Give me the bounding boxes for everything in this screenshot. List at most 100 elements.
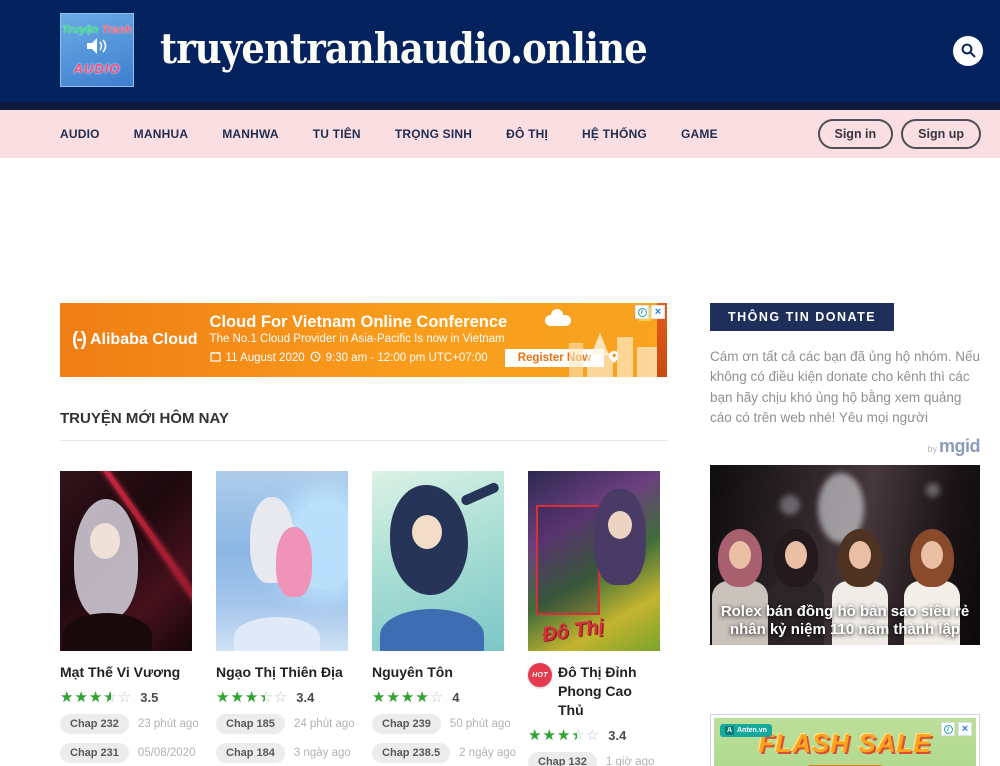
star-rating-icon: ☆☆☆☆☆ ★★★★★ (372, 690, 444, 705)
register-now-button[interactable]: Register Now (505, 349, 605, 367)
chapter-row: Chap 231 05/08/2020 (60, 743, 192, 763)
chapter-time: 50 phút ago (450, 718, 511, 730)
ad-close-button[interactable]: × (958, 722, 972, 736)
section-divider (60, 440, 667, 441)
content-area: (-) Alibaba Cloud Cloud For Vietnam Onli… (0, 158, 1000, 766)
ad-source-badge[interactable]: A Anten.vn (720, 724, 772, 737)
chapter-time: 2 ngày ago (459, 747, 516, 759)
ad-photo-decoration (780, 495, 800, 515)
nav-item-manhwa[interactable]: MANHWA (222, 127, 279, 141)
flash-sale-ad[interactable]: A Anten.vn i × FLASH SALE XEM NGAY (710, 714, 980, 766)
comic-card-list: Mạt Thế Vi Vương ☆☆☆☆☆ ★★★★★ 3.5 Chap 23… (60, 471, 667, 766)
cover-art-decoration (536, 505, 600, 615)
chapter-row: Chap 185 24 phút ago (216, 714, 348, 734)
ad-time: 9:30 am - 12:00 pm UTC+07:00 (326, 352, 488, 364)
cover-art-decoration (460, 481, 501, 506)
header-divider (0, 102, 1000, 110)
info-icon: i (944, 725, 953, 734)
cover-art-decoration (412, 515, 442, 549)
chapter-time: 3 ngày ago (294, 747, 351, 759)
ad-controls: i × (635, 305, 665, 319)
chapter-time: 1 giờ ago (606, 756, 654, 766)
alibaba-cloud-logo: (-) Alibaba Cloud (72, 329, 198, 351)
comic-card: Nguyên Tôn ☆☆☆☆☆ ★★★★★ 4 Chap 239 50 phú… (372, 471, 504, 766)
donate-text: Cám ơn tất cả các bạn đã ủng hộ nhóm. Nế… (710, 347, 980, 428)
header: Truyện Tranh AUDIO truyentranhaudio.onli… (0, 0, 1000, 102)
nav-item-do-thi[interactable]: ĐÔ THỊ (506, 127, 548, 141)
chapter-link[interactable]: Chap 232 (60, 714, 129, 734)
alibaba-brackets-icon: (-) (72, 329, 85, 351)
star-rating-icon: ☆☆☆☆☆ ★★★★★ (216, 690, 288, 705)
sign-up-button[interactable]: Sign up (901, 119, 981, 149)
location-pin-icon (609, 351, 619, 366)
ad-close-button[interactable]: × (651, 305, 665, 319)
cover-art-decoration (276, 527, 312, 597)
cover-art-decoration (608, 511, 632, 539)
donate-header: THÔNG TIN DONATE (710, 303, 894, 331)
sign-in-button[interactable]: Sign in (818, 119, 894, 149)
native-ad[interactable]: Rolex bán đồng hồ bản sao siêu rẻ nhân k… (710, 465, 980, 645)
nav-item-trong-sinh[interactable]: TRỌNG SINH (395, 127, 472, 141)
native-ad-caption: Rolex bán đồng hồ bản sao siêu rẻ nhân k… (710, 603, 980, 641)
mgid-logo: mgid (939, 436, 980, 456)
main-nav: AUDIO MANHUA MANHWA TU TIÊN TRỌNG SINH Đ… (0, 110, 1000, 158)
nav-item-tu-tien[interactable]: TU TIÊN (313, 127, 361, 141)
chapter-time: 05/08/2020 (138, 747, 196, 759)
chapter-link[interactable]: Chap 132 (528, 752, 597, 766)
cover-art-decoration: Đô Thị (541, 616, 606, 647)
sidebar: THÔNG TIN DONATE Cám ơn tất cả các bạn đ… (710, 303, 980, 766)
rating-row: ☆☆☆☆☆ ★★★★★ 3.4 (528, 728, 660, 743)
site-logo[interactable]: Truyện Tranh AUDIO (60, 13, 134, 87)
main-column: (-) Alibaba Cloud Cloud For Vietnam Onli… (60, 303, 667, 766)
comic-title-link[interactable]: Nguyên Tôn (372, 663, 453, 682)
ad-info-button[interactable]: i (941, 722, 955, 736)
search-icon (960, 42, 976, 61)
chapter-row: Chap 132 1 giờ ago (528, 752, 660, 766)
logo-audio-label: AUDIO (74, 61, 121, 76)
chapter-link[interactable]: Chap 238.5 (372, 743, 450, 763)
ad-photo-decoration (926, 483, 940, 497)
chapter-time: 23 phút ago (138, 718, 199, 730)
comic-card: Ngạo Thị Thiên Địa ☆☆☆☆☆ ★★★★★ 3.4 Chap … (216, 471, 348, 766)
ad-date: 11 August 2020 (226, 352, 305, 364)
comic-card: Đô Thị HOT Đô Thị Đỉnh Phong Cao Thủ ☆☆☆… (528, 471, 660, 766)
chapter-link[interactable]: Chap 231 (60, 743, 129, 763)
close-icon: × (962, 724, 968, 735)
section-title: TRUYỆN MỚI HÔM NAY (60, 410, 667, 427)
nav-item-game[interactable]: GAME (681, 127, 718, 141)
comic-cover-image[interactable]: Đô Thị (528, 471, 660, 651)
comic-cover-image[interactable] (372, 471, 504, 651)
comic-cover-image[interactable] (60, 471, 192, 651)
comic-cover-image[interactable] (216, 471, 348, 651)
chapter-link[interactable]: Chap 239 (372, 714, 441, 734)
nav-item-he-thong[interactable]: HỆ THỐNG (582, 127, 647, 141)
nav-item-manhua[interactable]: MANHUA (134, 127, 189, 141)
comic-title-link[interactable]: Mạt Thế Vi Vương (60, 663, 180, 682)
nav-item-audio[interactable]: AUDIO (60, 127, 100, 141)
rating-value: 3.4 (296, 690, 314, 705)
rating-row: ☆☆☆☆☆ ★★★★★ 4 (372, 690, 504, 705)
auth-buttons: Sign in Sign up (818, 119, 982, 149)
star-rating-icon: ☆☆☆☆☆ ★★★★★ (60, 690, 132, 705)
logo-text: Truyện Tranh (62, 24, 132, 36)
hot-badge: HOT (528, 663, 552, 687)
chapter-row: Chap 184 3 ngày ago (216, 743, 348, 763)
ad-controls: i × (941, 722, 972, 736)
page-title: truyentranhaudio.online (160, 24, 647, 73)
ad-title: Cloud For Vietnam Online Conference (210, 313, 620, 332)
comic-title-link[interactable]: Đô Thị Đỉnh Phong Cao Thủ (558, 663, 660, 720)
search-button[interactable] (953, 36, 983, 66)
cover-art-decoration (90, 523, 120, 559)
chapter-link[interactable]: Chap 185 (216, 714, 285, 734)
info-icon: i (638, 308, 647, 317)
alibaba-ad-banner[interactable]: (-) Alibaba Cloud Cloud For Vietnam Onli… (60, 303, 667, 377)
calendar-icon (210, 351, 221, 365)
comic-title-link[interactable]: Ngạo Thị Thiên Địa (216, 663, 343, 682)
ad-choices-icon: A (725, 726, 734, 735)
chapter-row: Chap 232 23 phút ago (60, 714, 192, 734)
chapter-link[interactable]: Chap 184 (216, 743, 285, 763)
cover-art-decoration (74, 499, 138, 619)
ad-info-button[interactable]: i (635, 305, 649, 319)
chapter-row: Chap 239 50 phút ago (372, 714, 504, 734)
mgid-attribution[interactable]: bymgid (710, 436, 980, 457)
